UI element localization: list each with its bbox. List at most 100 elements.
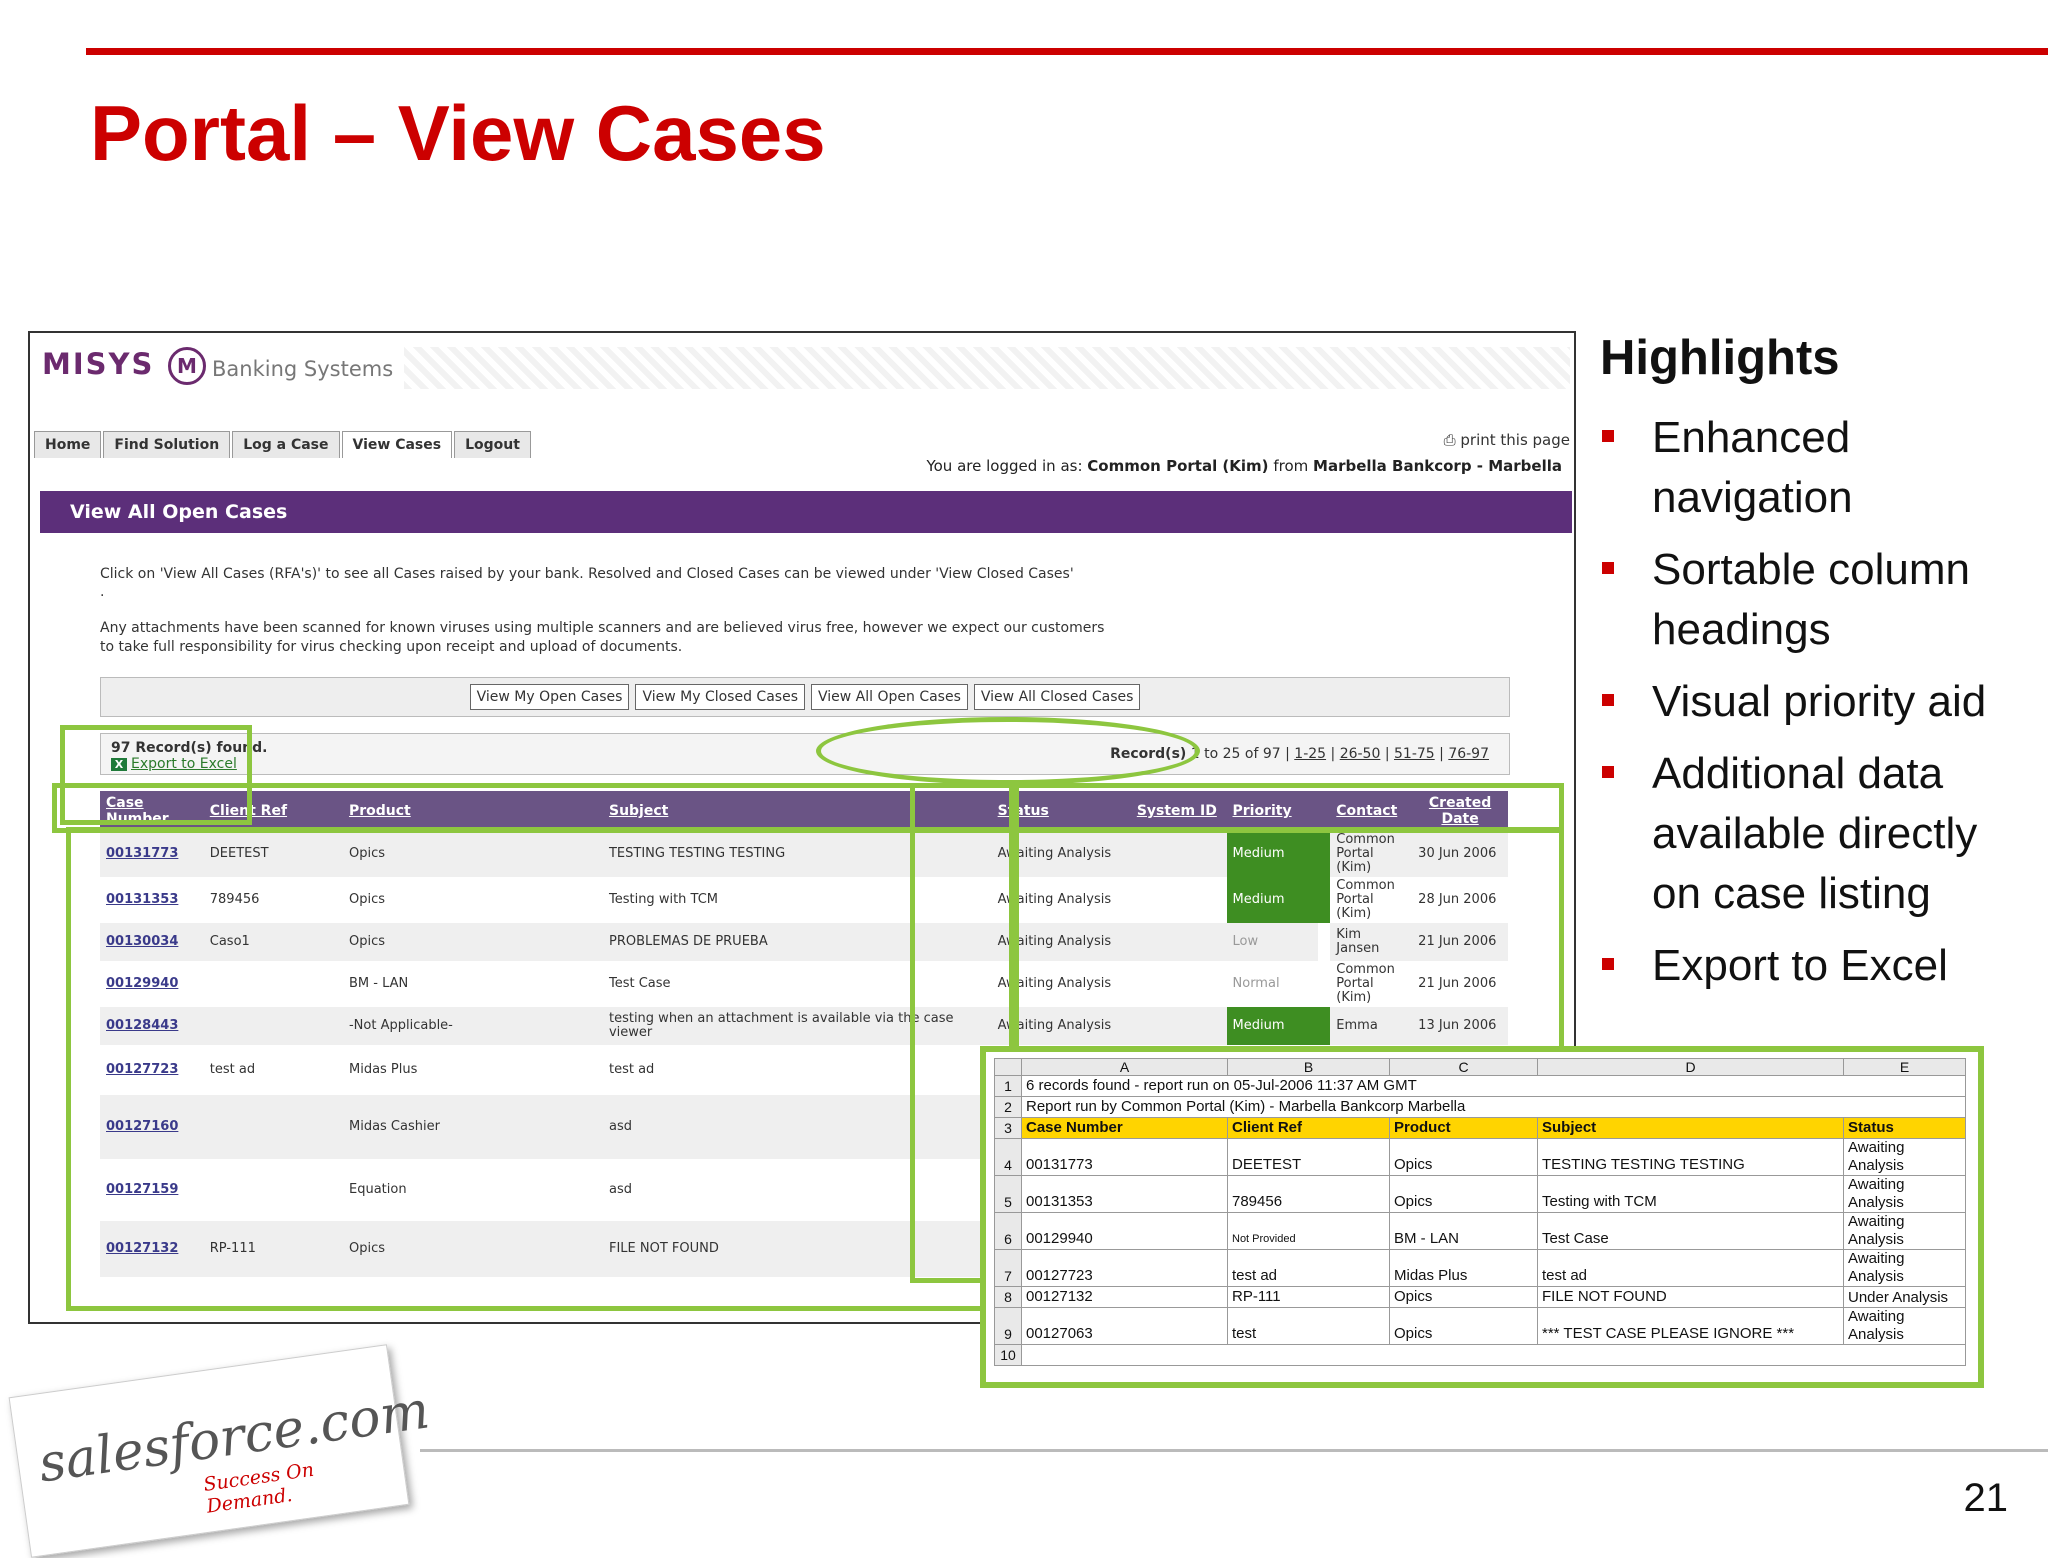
- excel-status-line: Awaiting: [1848, 1250, 1905, 1267]
- excel-row-number: 3: [994, 1117, 1022, 1139]
- excel-row: 2 Report run by Common Portal (Kim) - Ma…: [994, 1096, 1966, 1118]
- excel-status-line: Analysis: [1848, 1157, 1904, 1174]
- excel-cell: DEETEST: [1227, 1138, 1390, 1176]
- excel-cell: 789456: [1227, 1175, 1390, 1213]
- excel-cell: *** TEST CASE PLEASE IGNORE ***: [1537, 1307, 1844, 1345]
- view-my-closed-button[interactable]: View My Closed Cases: [635, 684, 805, 710]
- excel-cell: 00131353: [1021, 1175, 1228, 1213]
- highlights-title: Highlights: [1600, 331, 1840, 385]
- excel-empty-row: [1021, 1344, 1966, 1366]
- bullet-square-icon: [1602, 766, 1614, 778]
- excel-cell: 00127063: [1021, 1307, 1228, 1345]
- excel-col-letters: A B C D E: [994, 1058, 1966, 1076]
- bullet-square-icon: [1602, 430, 1614, 442]
- excel-cell: Not Provided: [1227, 1212, 1390, 1250]
- tab-home[interactable]: Home: [34, 431, 102, 458]
- pager-range: 1 to 25 of 97: [1190, 746, 1281, 762]
- highlight-item: Enhanced navigation: [1600, 408, 2030, 528]
- excel-sheet: A B C D E 1 6 records found - report run…: [994, 1058, 1966, 1366]
- excel-row-number: 9: [994, 1307, 1022, 1345]
- section-title: View All Open Cases: [40, 491, 1572, 533]
- view-my-open-button[interactable]: View My Open Cases: [469, 684, 630, 710]
- excel-row-number: 2: [994, 1096, 1022, 1118]
- pager-link[interactable]: 51-75: [1394, 746, 1435, 762]
- slide-title: Portal – View Cases: [90, 89, 826, 177]
- excel-row: 7 00127723 test ad Midas Plus test ad Awaitin…: [994, 1249, 1966, 1287]
- excel-row-number: 6: [994, 1212, 1022, 1250]
- highlight-text: Enhanced navigation: [1652, 413, 1853, 522]
- excel-row: 9 00127063 test Opics *** TEST CASE PLEASE I…: [994, 1307, 1966, 1345]
- excel-status-line: Awaiting: [1848, 1139, 1905, 1156]
- tab-find-solution[interactable]: Find Solution: [103, 431, 231, 458]
- excel-col-c: C: [1389, 1058, 1538, 1076]
- excel-header-cell: Subject: [1537, 1117, 1844, 1139]
- highlights-list: Enhanced navigation Sortable column head…: [1600, 408, 2030, 1008]
- excel-col-e: E: [1843, 1058, 1966, 1076]
- excel-row: 10: [994, 1344, 1966, 1366]
- print-link[interactable]: ⎙ print this page: [1444, 431, 1570, 449]
- pager-link[interactable]: 76-97: [1448, 746, 1489, 762]
- highlight-text: Export to Excel: [1652, 941, 1948, 990]
- excel-header-row: 3 Case Number Client Ref Product Subject…: [994, 1117, 1966, 1139]
- highlight-text: Sortable column headings: [1652, 545, 1970, 654]
- print-label: print this page: [1460, 431, 1570, 449]
- portal-tabs: Home Find Solution Log a Case View Cases…: [34, 431, 533, 458]
- bullet-square-icon: [1602, 562, 1614, 574]
- excel-status-cell: Awaiting Analysis: [1843, 1307, 1966, 1345]
- view-all-closed-button[interactable]: View All Closed Cases: [973, 684, 1141, 710]
- bullet-square-icon: [1602, 694, 1614, 706]
- excel-cell: test ad: [1537, 1249, 1844, 1287]
- excel-status-line: Analysis: [1848, 1268, 1904, 1285]
- logged-in-line: You are logged in as: Common Portal (Kim…: [926, 457, 1562, 475]
- excel-status-line: Awaiting: [1848, 1308, 1905, 1325]
- excel-cell: 00129940: [1021, 1212, 1228, 1250]
- excel-status-line: Analysis: [1848, 1326, 1904, 1343]
- excel-status-line: Awaiting: [1848, 1176, 1905, 1193]
- view-all-open-button[interactable]: View All Open Cases: [811, 684, 968, 710]
- excel-cell: RP-111: [1227, 1286, 1390, 1308]
- excel-header-cell: Client Ref: [1227, 1117, 1390, 1139]
- logged-in-prefix: You are logged in as:: [926, 457, 1083, 475]
- bullet-square-icon: [1602, 958, 1614, 970]
- highlight-item: Visual priority aid: [1600, 672, 2030, 732]
- printer-icon: ⎙: [1443, 431, 1456, 449]
- excel-status-line: Under Analysis: [1848, 1289, 1949, 1306]
- excel-line1: 6 records found - report run on 05-Jul-2…: [1021, 1075, 1966, 1097]
- excel-cell: TESTING TESTING TESTING: [1537, 1138, 1844, 1176]
- logged-in-org: Marbella Bankcorp - Marbella: [1313, 457, 1562, 475]
- excel-cell: 00127723: [1021, 1249, 1228, 1287]
- logged-in-from: from: [1273, 457, 1309, 475]
- page-number: 21: [1963, 1476, 2009, 1520]
- excel-row: 4 00131773 DEETEST Opics TESTING TESTING TES…: [994, 1138, 1966, 1176]
- tab-view-cases[interactable]: View Cases: [341, 431, 453, 458]
- excel-cell: Opics: [1389, 1175, 1538, 1213]
- excel-cell: Test Case: [1537, 1212, 1844, 1250]
- excel-cell: test ad: [1227, 1249, 1390, 1287]
- view-filter-bar: View My Open Cases View My Closed Cases …: [100, 677, 1510, 717]
- excel-status-cell: Awaiting Analysis: [1843, 1212, 1966, 1250]
- highlight-text: Visual priority aid: [1652, 677, 1987, 726]
- intro-text: Click on 'View All Cases (RFA's)' to see…: [100, 566, 1074, 582]
- tab-log-a-case[interactable]: Log a Case: [232, 431, 340, 458]
- intro-dot: .: [100, 584, 105, 600]
- pager-highlight-oval: [816, 717, 1200, 785]
- excel-row-number: 5: [994, 1175, 1022, 1213]
- excel-status-line: Awaiting: [1848, 1213, 1905, 1230]
- excel-cell: 00131773: [1021, 1138, 1228, 1176]
- tab-logout[interactable]: Logout: [454, 431, 531, 458]
- excel-row: 1 6 records found - report run on 05-Jul…: [994, 1075, 1966, 1097]
- excel-row-number: 7: [994, 1249, 1022, 1287]
- logo-subtitle: Banking Systems: [212, 357, 394, 381]
- salesforce-logo-card: salesforce.com Success On Demand.: [8, 1344, 433, 1558]
- excel-status-cell: Under Analysis: [1843, 1286, 1966, 1308]
- highlight-item: Export to Excel: [1600, 936, 2030, 996]
- header-pattern: [404, 347, 1570, 389]
- excel-cell: test: [1227, 1307, 1390, 1345]
- excel-cell: FILE NOT FOUND: [1537, 1286, 1844, 1308]
- excel-cell: 00127132: [1021, 1286, 1228, 1308]
- pager-link[interactable]: 1-25: [1294, 746, 1326, 762]
- excel-col-d: D: [1537, 1058, 1844, 1076]
- title-rule: [86, 48, 2048, 55]
- pager-link[interactable]: 26-50: [1340, 746, 1381, 762]
- excel-row: 5 00131353 789456 Opics Testing with TCM Awai…: [994, 1175, 1966, 1213]
